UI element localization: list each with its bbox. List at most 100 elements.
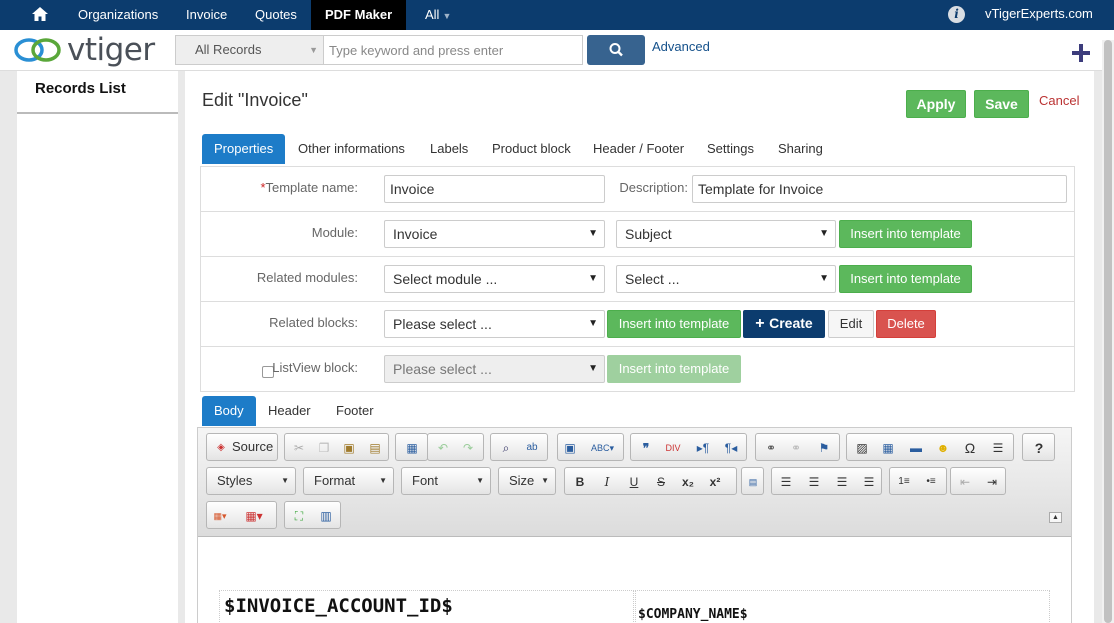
size-combo[interactable]: Size ▼ bbox=[498, 467, 556, 495]
related-module-select[interactable]: Select module ... ▼ bbox=[384, 265, 605, 293]
insert-module-field-button[interactable]: Insert into template bbox=[839, 220, 972, 248]
align-right-icon[interactable]: ☰ bbox=[832, 472, 852, 492]
tab-properties[interactable]: Properties bbox=[202, 134, 286, 164]
text-color-icon[interactable]: ▦▾ bbox=[210, 506, 230, 526]
create-block-button[interactable]: + Create bbox=[743, 310, 825, 338]
remove-format-icon[interactable]: ▤ bbox=[743, 472, 763, 492]
search-input[interactable] bbox=[323, 35, 583, 65]
background-color-icon[interactable]: ▦▾ bbox=[244, 506, 264, 526]
page-title: Edit "Invoice" bbox=[202, 90, 308, 110]
tab-product-block[interactable]: Product block bbox=[492, 134, 571, 164]
tab-labels[interactable]: Labels bbox=[430, 134, 468, 164]
related-blocks-select[interactable]: Please select ... ▼ bbox=[384, 310, 605, 338]
blockquote-icon[interactable]: ❞ bbox=[636, 438, 656, 458]
maximize-icon[interactable]: ⛶ bbox=[289, 506, 309, 526]
special-char-icon[interactable]: Ω bbox=[960, 438, 980, 458]
insert-related-field-button[interactable]: Insert into template bbox=[839, 265, 972, 293]
home-icon[interactable] bbox=[31, 5, 49, 23]
superscript-icon[interactable]: x² bbox=[705, 472, 725, 492]
redo-icon[interactable]: ↷ bbox=[458, 438, 478, 458]
plus-icon: + bbox=[755, 315, 770, 332]
help-icon[interactable]: ? bbox=[1029, 438, 1049, 458]
align-center-icon[interactable]: ☰ bbox=[804, 472, 824, 492]
paste-icon[interactable]: ▣ bbox=[339, 438, 359, 458]
bold-icon[interactable]: B bbox=[570, 472, 590, 492]
nav-pdf-maker[interactable]: PDF Maker bbox=[311, 0, 407, 30]
copy-icon[interactable]: ❐ bbox=[314, 438, 334, 458]
account-name[interactable]: vTigerExperts.com bbox=[985, 0, 1093, 30]
search-scope-select[interactable]: All Records ▼ bbox=[175, 35, 324, 65]
styles-combo[interactable]: Styles ▼ bbox=[206, 467, 296, 495]
format-combo[interactable]: Format ▼ bbox=[303, 467, 394, 495]
module-field-select[interactable]: Subject ▼ bbox=[616, 220, 836, 248]
delete-block-button[interactable]: Delete bbox=[876, 310, 936, 338]
numbered-list-icon[interactable]: 1≡ bbox=[894, 472, 914, 492]
advanced-search-link[interactable]: Advanced bbox=[652, 39, 710, 54]
vtiger-logo[interactable]: vtiger bbox=[12, 33, 162, 67]
link-icon[interactable]: ⚭ bbox=[761, 438, 781, 458]
table-icon[interactable]: ▦ bbox=[878, 438, 898, 458]
replace-icon[interactable]: ab bbox=[522, 438, 542, 458]
apply-button[interactable]: Apply bbox=[906, 90, 966, 118]
outdent-icon[interactable]: ⇤ bbox=[955, 472, 975, 492]
nav-organizations[interactable]: Organizations bbox=[78, 0, 158, 30]
align-group: ☰ ☰ ☰ ☰ bbox=[771, 467, 882, 495]
horizontal-line-icon[interactable]: ▬ bbox=[906, 438, 926, 458]
collapse-toolbar-button[interactable]: ▲ bbox=[1049, 512, 1062, 523]
anchor-icon[interactable]: ⚑ bbox=[814, 438, 834, 458]
align-left-icon[interactable]: ☰ bbox=[776, 472, 796, 492]
show-blocks-icon[interactable]: ▥ bbox=[316, 506, 336, 526]
nav-quotes[interactable]: Quotes bbox=[255, 0, 297, 30]
template-name-input[interactable]: Invoice bbox=[384, 175, 605, 203]
find-icon[interactable]: ⌕ bbox=[496, 438, 516, 458]
sidebar-title[interactable]: Records List bbox=[35, 80, 126, 97]
module-select[interactable]: Invoice ▼ bbox=[384, 220, 605, 248]
font-combo[interactable]: Font ▼ bbox=[401, 467, 491, 495]
scrollbar-thumb[interactable] bbox=[1104, 40, 1112, 623]
div-container-icon[interactable]: DIV bbox=[663, 438, 683, 458]
unlink-icon[interactable]: ⚭ bbox=[786, 438, 806, 458]
related-field-select[interactable]: Select ... ▼ bbox=[616, 265, 836, 293]
nav-all[interactable]: All ▼ bbox=[425, 0, 451, 30]
indent-icon[interactable]: ⇥ bbox=[982, 472, 1002, 492]
align-justify-icon[interactable]: ☰ bbox=[859, 472, 879, 492]
insert-related-block-button[interactable]: Insert into template bbox=[607, 310, 741, 338]
rtl-icon[interactable]: ¶◂ bbox=[721, 438, 741, 458]
tab-footer[interactable]: Footer bbox=[336, 396, 374, 426]
listview-block-select[interactable]: Please select ... ▼ bbox=[384, 355, 605, 383]
save-button[interactable]: Save bbox=[974, 90, 1029, 118]
tab-header-footer[interactable]: Header / Footer bbox=[593, 134, 684, 164]
info-icon[interactable]: i bbox=[948, 6, 965, 23]
tab-body[interactable]: Body bbox=[202, 396, 256, 426]
select-all-icon[interactable]: ▣ bbox=[560, 438, 580, 458]
nav-invoice[interactable]: Invoice bbox=[186, 0, 227, 30]
editor-content[interactable]: $INVOICE_ACCOUNT_ID$ $COMPANY_NAME$ bbox=[198, 538, 1071, 623]
strikethrough-icon[interactable]: S bbox=[651, 472, 671, 492]
subscript-icon[interactable]: x₂ bbox=[678, 472, 698, 492]
smiley-icon[interactable]: ☻ bbox=[933, 438, 953, 458]
spellcheck-icon[interactable]: ABC▾ bbox=[591, 438, 614, 458]
tab-header[interactable]: Header bbox=[268, 396, 311, 426]
paste-text-icon[interactable]: ▤ bbox=[365, 438, 385, 458]
source-button[interactable]: Source bbox=[232, 439, 273, 454]
bulleted-list-icon[interactable]: •≡ bbox=[921, 472, 941, 492]
cut-icon[interactable]: ✂ bbox=[289, 438, 309, 458]
cancel-link[interactable]: Cancel bbox=[1039, 93, 1079, 108]
tab-other-informations[interactable]: Other informations bbox=[298, 134, 405, 164]
undo-icon[interactable]: ↶ bbox=[433, 438, 453, 458]
content-cell-left[interactable]: $INVOICE_ACCOUNT_ID$ bbox=[219, 590, 634, 623]
description-input[interactable]: Template for Invoice bbox=[692, 175, 1067, 203]
ltr-icon[interactable]: ▸¶ bbox=[693, 438, 713, 458]
search-button[interactable] bbox=[587, 35, 645, 65]
underline-icon[interactable]: U bbox=[624, 472, 644, 492]
insert-listview-block-button[interactable]: Insert into template bbox=[607, 355, 741, 383]
page-break-icon[interactable]: ☰ bbox=[988, 438, 1008, 458]
edit-block-button[interactable]: Edit bbox=[828, 310, 874, 338]
plus-icon[interactable] bbox=[1070, 42, 1092, 64]
paste-from-word-icon[interactable]: ▦ bbox=[402, 438, 422, 458]
image-icon[interactable]: ▨ bbox=[852, 438, 872, 458]
content-cell-right[interactable]: $COMPANY_NAME$ bbox=[635, 590, 1050, 623]
tab-settings[interactable]: Settings bbox=[707, 134, 754, 164]
tab-sharing[interactable]: Sharing bbox=[778, 134, 823, 164]
italic-icon[interactable]: I bbox=[597, 472, 617, 492]
